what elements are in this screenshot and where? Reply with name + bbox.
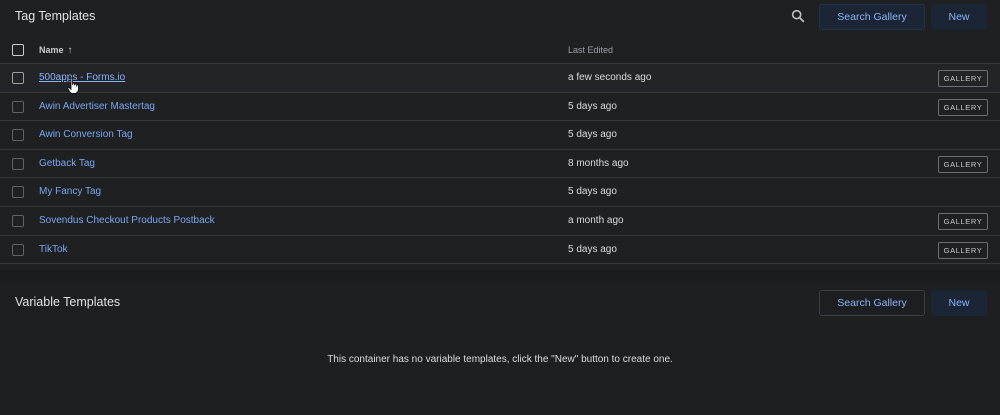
last-edited-value: 5 days ago	[568, 129, 617, 141]
variable-new-button[interactable]: New	[931, 290, 987, 316]
row-checkbox[interactable]	[12, 72, 24, 84]
column-header-last-edited[interactable]: Last Edited	[568, 45, 613, 55]
row-checkbox[interactable]	[12, 243, 24, 256]
template-name-link[interactable]: My Fancy Tag	[39, 186, 101, 197]
tag-templates-title: Tag Templates	[15, 9, 96, 23]
row-checkbox[interactable]	[12, 100, 24, 113]
variable-templates-empty-message: This container has no variable templates…	[327, 354, 673, 365]
variable-templates-title: Variable Templates	[15, 295, 121, 309]
last-edited-value: 8 months ago	[568, 157, 629, 169]
hand-pointer-icon	[67, 77, 79, 94]
gallery-badge: GALLERY	[938, 70, 988, 87]
search-icon[interactable]	[790, 8, 806, 24]
gallery-badge: GALLERY	[938, 241, 988, 259]
tag-table-header: Name ↑ Last Edited	[0, 36, 1000, 64]
last-edited-value: 5 days ago	[568, 186, 617, 198]
table-row[interactable]: 500apps - Forms.io a few seconds ago GALLE…	[0, 64, 1000, 93]
column-name-label: Name	[39, 45, 64, 55]
tag-new-button[interactable]: New	[931, 4, 987, 30]
template-name-link[interactable]: Getback Tag	[39, 158, 95, 169]
tag-templates-list: 500apps - Forms.io a few seconds ago GALLE…	[0, 64, 1000, 265]
row-checkbox[interactable]	[12, 157, 24, 170]
column-header-name[interactable]: Name ↑	[39, 45, 73, 56]
template-name-link[interactable]: Awin Advertiser Mastertag	[39, 101, 155, 112]
table-row[interactable]: TikTok 5 days ago GALLERY	[0, 236, 1000, 265]
row-checkbox[interactable]	[12, 129, 24, 142]
variable-templates-card: Variable Templates Search Gallery New Th…	[0, 282, 1000, 415]
template-name-link[interactable]: 500apps - Forms.io	[39, 72, 125, 83]
template-name-link[interactable]: Sovendus Checkout Products Postback	[39, 215, 215, 226]
table-row[interactable]: Sovendus Checkout Products Postback a mon…	[0, 207, 1000, 236]
template-name-link[interactable]: Awin Conversion Tag	[39, 129, 133, 140]
last-edited-value: 5 days ago	[568, 100, 617, 112]
tag-templates-card: Tag Templates Search Gallery New Name ↑ L…	[0, 0, 1000, 270]
gallery-badge: GALLERY	[938, 98, 988, 116]
table-row[interactable]: Awin Conversion Tag 5 days ago	[0, 121, 1000, 150]
variable-search-gallery-button[interactable]: Search Gallery	[819, 290, 925, 316]
table-row[interactable]: Getback Tag 8 months ago GALLERY	[0, 150, 1000, 179]
last-edited-value: a few seconds ago	[568, 72, 652, 83]
tag-search-gallery-button[interactable]: Search Gallery	[819, 4, 925, 30]
arrow-up-icon: ↑	[67, 45, 73, 56]
gallery-badge: GALLERY	[938, 155, 988, 173]
row-checkbox[interactable]	[12, 186, 24, 199]
select-all-checkbox[interactable]	[12, 44, 24, 56]
table-row[interactable]: Awin Advertiser Mastertag 5 days ago GALLE…	[0, 93, 1000, 122]
tag-templates-header: Tag Templates Search Gallery New	[0, 0, 1000, 34]
template-name-link[interactable]: TikTok	[39, 244, 68, 255]
row-checkbox[interactable]	[12, 214, 24, 227]
table-row[interactable]: My Fancy Tag 5 days ago	[0, 178, 1000, 207]
gallery-badge: GALLERY	[938, 212, 988, 230]
variable-templates-header: Variable Templates Search Gallery New	[0, 282, 1000, 316]
last-edited-value: 5 days ago	[568, 243, 617, 255]
last-edited-value: a month ago	[568, 214, 624, 226]
